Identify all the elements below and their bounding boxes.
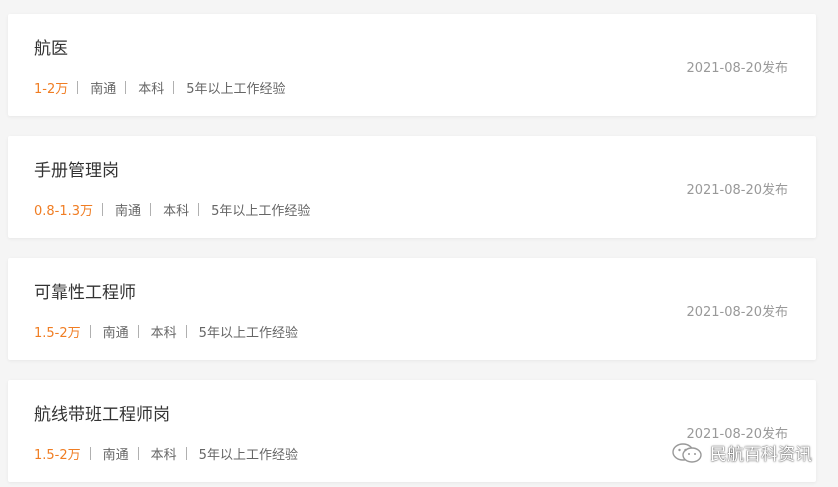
job-location: 南通: [102, 448, 129, 463]
job-salary: 0.8-1.3万: [34, 204, 94, 219]
job-experience: 5年以上工作经验: [186, 82, 286, 97]
job-card[interactable]: 可靠性工程师 1.5-2万 南通 本科 5年以上工作经验 2021-08-20发…: [8, 258, 816, 360]
divider: [77, 81, 79, 94]
job-meta: 1.5-2万 南通 本科 5年以上工作经验: [34, 322, 298, 341]
job-card[interactable]: 手册管理岗 0.8-1.3万 南通 本科 5年以上工作经验 2021-08-20…: [8, 136, 816, 238]
job-education: 本科: [138, 82, 165, 97]
job-salary: 1-2万: [34, 82, 69, 97]
job-education: 本科: [163, 204, 190, 219]
job-title[interactable]: 可靠性工程师: [34, 278, 136, 303]
watermark: 民航百科资讯: [670, 440, 812, 465]
job-date: 2021-08-20发布: [686, 183, 788, 198]
wechat-icon: [672, 442, 702, 463]
job-title[interactable]: 航医: [34, 34, 68, 59]
job-date: 2021-08-20发布: [686, 305, 788, 320]
divider: [185, 447, 187, 460]
job-card[interactable]: 航线带班工程师岗 1.5-2万 南通 本科 5年以上工作经验 2021-08-2…: [8, 380, 816, 482]
job-salary: 1.5-2万: [34, 326, 81, 341]
divider: [89, 447, 91, 460]
job-experience: 5年以上工作经验: [198, 326, 298, 341]
job-experience: 5年以上工作经验: [198, 448, 298, 463]
job-title[interactable]: 手册管理岗: [34, 156, 119, 181]
divider: [89, 325, 91, 338]
job-card[interactable]: 航医 1-2万 南通 本科 5年以上工作经验 2021-08-20发布: [8, 14, 816, 116]
job-location: 南通: [115, 204, 142, 219]
watermark-text: 民航百科资讯: [710, 445, 812, 465]
job-location: 南通: [90, 82, 117, 97]
job-location: 南通: [102, 326, 129, 341]
divider: [173, 81, 175, 94]
job-title[interactable]: 航线带班工程师岗: [34, 400, 170, 425]
divider: [137, 447, 139, 460]
job-date: 2021-08-20发布: [686, 61, 788, 76]
divider: [150, 203, 152, 216]
job-experience: 5年以上工作经验: [211, 204, 311, 219]
divider: [125, 81, 127, 94]
job-meta: 0.8-1.3万 南通 本科 5年以上工作经验: [34, 200, 310, 219]
job-list: 航医 1-2万 南通 本科 5年以上工作经验 2021-08-20发布 手册管理…: [0, 0, 838, 487]
divider: [102, 203, 104, 216]
divider: [198, 203, 200, 216]
job-salary: 1.5-2万: [34, 448, 81, 463]
job-education: 本科: [150, 448, 177, 463]
job-meta: 1-2万 南通 本科 5年以上工作经验: [34, 78, 286, 97]
job-education: 本科: [150, 326, 177, 341]
divider: [137, 325, 139, 338]
divider: [185, 325, 187, 338]
job-meta: 1.5-2万 南通 本科 5年以上工作经验: [34, 444, 298, 463]
